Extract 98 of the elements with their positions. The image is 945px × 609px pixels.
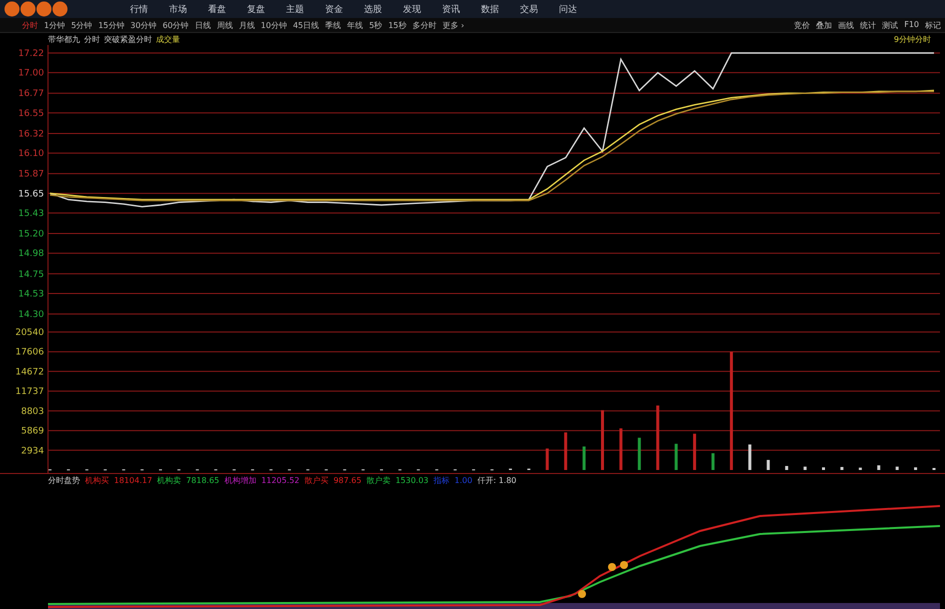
menu-item[interactable]: 发现 [403, 2, 421, 16]
axis-label: 2934 [21, 446, 44, 456]
axis-label: 14672 [15, 367, 44, 378]
volume-bar [804, 466, 807, 470]
axis-label: 20540 [15, 328, 44, 338]
chart-title: 成交量 [156, 34, 180, 44]
period-tab[interactable]: 60分钟 [162, 20, 189, 30]
volume-bar [564, 432, 568, 470]
period-tab[interactable]: 10分钟 [260, 20, 287, 30]
chart-title: 带华都九 [48, 34, 80, 44]
indicator-value: 仟开: 1.80 [477, 474, 516, 486]
indicator-value: 7818.65 [186, 476, 220, 484]
chart-title: 突破紧盈分时 [104, 34, 152, 44]
axis-label: 14.53 [18, 289, 44, 300]
toolbar-button[interactable]: 叠加 [816, 20, 832, 30]
axis-label: 15.87 [18, 170, 44, 180]
volume-bar [877, 465, 880, 470]
period-tab[interactable]: 5秒 [369, 20, 382, 30]
period-tab[interactable]: 分时 [22, 20, 38, 30]
period-tab[interactable]: 15秒 [388, 20, 406, 30]
toolbar-button[interactable]: 统计 [860, 20, 876, 30]
indicator-value: 机构买 [85, 474, 109, 486]
toolbar-button[interactable]: 画线 [838, 20, 854, 30]
period-tab[interactable]: 周线 [216, 20, 233, 30]
volume-bar [582, 446, 586, 470]
volume-bar [858, 468, 862, 470]
toolbar-button[interactable]: F10 [904, 20, 919, 30]
period-tab[interactable]: 30分钟 [130, 20, 157, 30]
indicator-value: 机构增加 [224, 474, 256, 486]
period-tab[interactable]: 45日线 [292, 20, 320, 30]
toolbar-button[interactable]: 标记 [925, 20, 941, 30]
toolbar-button[interactable]: 竞价 [794, 20, 810, 30]
logo-icon [4, 1, 68, 17]
period-tab[interactable]: 日线 [194, 20, 211, 30]
indicator-value: 1530.03 [395, 476, 429, 484]
axis-label: 15.65 [18, 189, 44, 200]
volume-bar [840, 466, 844, 470]
axis-label: 15.43 [18, 209, 44, 219]
volume-bar [601, 410, 604, 470]
period-tab[interactable]: 年线 [347, 20, 364, 30]
indicator-value: 1.00 [454, 476, 472, 484]
indicator-value: 散户买 [304, 474, 328, 486]
volume-bar [766, 460, 770, 470]
period-tab[interactable]: 月线 [238, 20, 255, 30]
indicator-value: 11205.52 [261, 476, 300, 484]
axis-label: 16.32 [18, 129, 44, 140]
menu-item[interactable]: 行情 [130, 2, 148, 16]
menu-item[interactable]: 看盘 [208, 2, 226, 16]
chart-title: 分时 [84, 34, 100, 44]
period-tab[interactable]: 更多 › [442, 20, 464, 30]
axis-label: 16.55 [18, 108, 44, 119]
period-tab[interactable]: 1分钟 [44, 20, 66, 30]
axis-label: 14.98 [18, 249, 44, 260]
axis-label: 8803 [21, 406, 44, 417]
period-label: 9分钟分时 [894, 34, 931, 44]
volume-bar [822, 467, 825, 470]
indicator-value: 987.65 [333, 476, 362, 484]
period-tab[interactable]: 5分钟 [71, 20, 92, 30]
toolbar-button[interactable]: 测试 [882, 20, 898, 30]
volume-bar [748, 444, 752, 470]
period-tab[interactable]: 15分钟 [98, 20, 124, 30]
menu-item[interactable]: 资金 [325, 2, 343, 16]
volume-bar [896, 466, 899, 470]
axis-label: 15.20 [18, 230, 44, 240]
menu-item[interactable]: 数据 [481, 2, 499, 16]
period-tab[interactable]: 季线 [325, 20, 342, 30]
volume-bar [914, 467, 918, 470]
indicator-value: 18104.17 [114, 476, 152, 484]
menu-item[interactable]: 交易 [520, 2, 538, 16]
indicator-value: 指标 [434, 474, 450, 486]
volume-bar [546, 448, 549, 470]
volume-bar [674, 444, 678, 470]
axis-label: 17.00 [18, 68, 44, 79]
volume-bar [693, 434, 696, 470]
axis-label: 17.22 [18, 49, 44, 59]
axis-label: 14.30 [18, 310, 44, 320]
axis-label: 16.10 [18, 149, 44, 160]
menu-item[interactable]: 资讯 [442, 2, 460, 16]
menu-item[interactable]: 问达 [559, 2, 577, 16]
axis-label: 17606 [15, 348, 44, 358]
menu-item[interactable]: 选股 [364, 2, 382, 16]
menu-item[interactable]: 主题 [286, 2, 304, 16]
indicator-value: 机构卖 [157, 474, 182, 486]
volume-bar [785, 466, 788, 470]
axis-label: 16.77 [18, 89, 44, 100]
volume-bar [619, 428, 622, 470]
indicator-value: 分时盘势 [48, 474, 80, 486]
period-tab[interactable]: 多分时 [412, 20, 436, 30]
volume-bar [638, 438, 641, 470]
axis-label: 11737 [15, 387, 44, 398]
indicator-value: 散户卖 [366, 474, 390, 486]
volume-bar [712, 453, 714, 470]
volume-bar [656, 406, 660, 470]
menu-item[interactable]: 复盘 [247, 2, 265, 16]
volume-bar [932, 468, 936, 470]
axis-label: 5869 [21, 426, 44, 437]
menu-item[interactable]: 市场 [169, 2, 187, 16]
axis-label: 14.75 [18, 270, 44, 280]
